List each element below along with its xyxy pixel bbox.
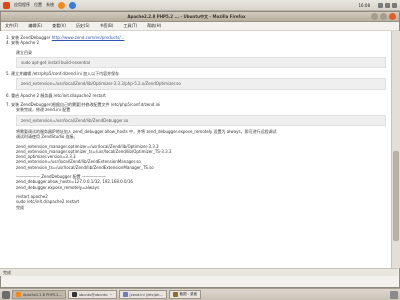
network-icon[interactable]	[378, 2, 383, 8]
clock[interactable]: 16:08	[358, 3, 370, 8]
screenshot-icon	[172, 292, 178, 297]
menu-view[interactable]: 查看(V)	[52, 23, 66, 29]
taskbar-item-terminal[interactable]: ubuntu@ubuntu: ~	[67, 290, 117, 299]
applications-menu[interactable]: 应用程序	[14, 2, 30, 8]
menu-history[interactable]: 历史(S)	[76, 23, 90, 29]
content-line: 安装完成，修改 zend.ini 配置	[16, 107, 71, 113]
menu-tools[interactable]: 工具(T)	[123, 23, 137, 29]
taskbar-item-editor[interactable]: [zend.ini (/etc/ph...	[118, 290, 167, 299]
system-tray	[378, 2, 397, 8]
status-text: 完成	[3, 269, 11, 275]
system-menu[interactable]: 系统	[46, 2, 54, 8]
terminal-icon	[71, 292, 77, 297]
top-panel: 应用程序 位置 系统 16:08	[0, 0, 400, 11]
sub-label: 建立目录	[16, 49, 32, 55]
taskbar: Apache2.2.8 PHP5.2... ubuntu@ubuntu: ~ […	[0, 288, 400, 300]
power-icon[interactable]	[392, 2, 397, 8]
help-launcher-icon[interactable]	[69, 1, 76, 9]
window-titlebar[interactable]: Apache2.2.8 PHP5.2 ... - Ubuntu中文 - Mozi…	[1, 12, 399, 22]
taskbar-item-screenshot[interactable]: 截图 - 桌面	[168, 290, 202, 299]
code-block: zend_extension=/usr/local/Zend/lib/Optim…	[16, 78, 386, 90]
maximize-button[interactable]	[380, 13, 387, 20]
ubuntu-logo-icon[interactable]	[3, 1, 10, 9]
status-bar: 完成	[0, 268, 398, 276]
minimize-button[interactable]	[371, 13, 378, 20]
firefox-launcher-icon[interactable]	[58, 1, 65, 9]
trash-icon[interactable]	[390, 290, 398, 299]
menu-edit[interactable]: 编辑(E)	[28, 23, 42, 29]
menu-bar: 文件(F) 编辑(E) 查看(V) 历史(S) 书签(B) 工具(T) 帮助(H…	[1, 22, 399, 31]
show-desktop-icon[interactable]	[2, 290, 10, 299]
config-line: 完成	[16, 204, 24, 210]
places-menu[interactable]: 位置	[34, 2, 42, 8]
page-content: 3. 安装 ZendDebugger http://www.zend.com/e…	[0, 31, 392, 268]
code-block: zend_extension=/usr/local/Zend/lib/ZendD…	[16, 114, 386, 126]
code-block: sudo apt-get install build-essential	[16, 56, 386, 69]
menu-file[interactable]: 文件(F)	[5, 23, 18, 29]
close-button[interactable]	[389, 13, 396, 20]
window-title: Apache2.2.8 PHP5.2 ... - Ubuntu中文 - Mozi…	[127, 13, 246, 19]
taskbar-item-firefox[interactable]: Apache2.2.8 PHP5.2...	[12, 290, 66, 299]
menu-help[interactable]: 帮助(H)	[147, 23, 161, 29]
zend-link[interactable]: http://www.zend.com/en/products/...	[52, 35, 125, 40]
vertical-scrollbar[interactable]	[391, 31, 400, 268]
scrollbar-thumb[interactable]	[393, 151, 399, 241]
content-line: 5. 建立并编辑 /etc/php5/conf.d/zend.ini 加入以下内…	[6, 71, 120, 77]
firefox-icon	[16, 292, 21, 297]
volume-icon[interactable]	[385, 2, 390, 8]
menu-bookmarks[interactable]: 书签(B)	[100, 23, 114, 29]
text-editor-icon	[122, 292, 128, 297]
